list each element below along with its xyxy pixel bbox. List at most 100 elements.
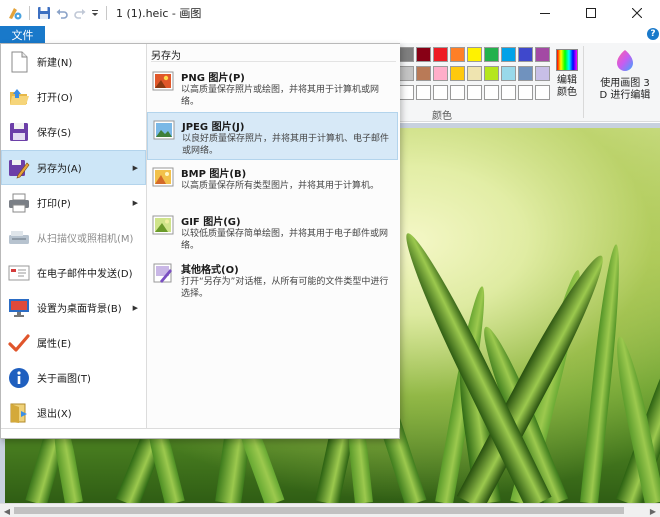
close-button[interactable] <box>614 0 660 26</box>
color-swatch[interactable] <box>450 85 465 100</box>
submenu-arrow-icon: ▶ <box>132 163 138 172</box>
desktop-background-icon <box>7 296 31 320</box>
save-as-item-description: 以高质量保存照片或绘图，并将其用于计算机或网络。 <box>181 85 380 107</box>
color-swatch[interactable] <box>399 85 414 100</box>
menu-item-print[interactable]: 打印(P) ▶ <box>1 185 146 220</box>
paint-app-icon[interactable] <box>6 4 24 22</box>
color-swatch[interactable] <box>484 85 499 100</box>
color-swatch[interactable] <box>433 85 448 100</box>
properties-checkmark-icon <box>7 331 31 355</box>
window-controls <box>522 0 660 26</box>
menu-item-label: 设置为桌面背景(B) <box>37 304 122 315</box>
color-swatch[interactable] <box>518 47 533 62</box>
save-as-gif-item[interactable]: GIF 图片(G) 以较低质量保存简单绘图，并将其用于电子邮件或网络。 <box>147 208 398 256</box>
color-swatch[interactable] <box>416 47 431 62</box>
color-swatch[interactable] <box>518 66 533 81</box>
undo-icon[interactable] <box>53 4 71 22</box>
menu-item-label: 关于画图(T) <box>37 374 91 385</box>
save-as-icon <box>7 156 31 180</box>
color-swatch[interactable] <box>433 47 448 62</box>
close-icon <box>632 8 642 18</box>
menu-item-open[interactable]: 打开(O) <box>1 79 146 114</box>
new-document-icon <box>7 50 31 74</box>
menu-item-label: 在电子邮件中发送(D) <box>37 269 133 280</box>
paint3d-icon <box>617 50 633 71</box>
menu-item-exit[interactable]: 退出(X) <box>1 395 146 430</box>
color-swatch[interactable] <box>433 66 448 81</box>
color-swatch[interactable] <box>399 47 414 62</box>
open-folder-icon <box>7 85 31 109</box>
menu-strip <box>0 26 660 43</box>
color-swatch[interactable] <box>467 66 482 81</box>
menu-item-new[interactable]: 新建(N) <box>1 44 146 79</box>
color-swatch[interactable] <box>450 47 465 62</box>
menu-item-email[interactable]: 在电子邮件中发送(D) <box>1 255 146 290</box>
bmp-image-icon <box>152 167 174 187</box>
save-as-bmp-item[interactable]: BMP 图片(B) 以高质量保存所有类型图片，并将其用于计算机。 <box>147 160 398 208</box>
color-swatch[interactable] <box>535 47 550 62</box>
color-swatch[interactable] <box>501 66 516 81</box>
horizontal-scrollbar[interactable]: ◀ ▶ <box>0 503 660 517</box>
printer-icon <box>7 191 31 215</box>
menu-item-label: 另存为(A) <box>37 164 82 175</box>
color-swatch[interactable] <box>450 66 465 81</box>
file-tab[interactable]: 文件 <box>0 26 45 43</box>
edit-colors-label-line2: 颜色 <box>557 87 577 98</box>
menu-item-save[interactable]: 保存(S) <box>1 114 146 149</box>
window-title: 1 (1).heic - 画图 <box>116 7 202 20</box>
info-icon <box>7 366 31 390</box>
maximize-icon <box>586 8 596 18</box>
toolbar-separator <box>29 6 30 20</box>
minimize-icon <box>540 13 550 14</box>
title-bar: 1 (1).heic - 画图 <box>0 0 660 26</box>
quick-access-toolbar <box>0 0 112 26</box>
color-swatch[interactable] <box>416 85 431 100</box>
menu-item-save-as[interactable]: 另存为(A) ▶ <box>1 150 146 185</box>
color-swatch[interactable] <box>416 66 431 81</box>
menu-item-label: 退出(X) <box>37 409 72 420</box>
colors-group-label: 颜色 <box>432 111 452 122</box>
edit-colors-button[interactable]: 编辑 颜色 <box>552 46 582 104</box>
minimize-button[interactable] <box>522 0 568 26</box>
scrollbar-thumb[interactable] <box>14 507 624 514</box>
color-swatch[interactable] <box>535 85 550 100</box>
save-as-item-description: 以良好质量保存照片，并将其用于计算机、电子邮件或网络。 <box>182 134 390 156</box>
menu-item-label: 从扫描仪或照相机(M) <box>37 234 134 245</box>
menu-item-label: 属性(E) <box>37 339 72 350</box>
color-swatch[interactable] <box>535 66 550 81</box>
menu-item-from-scanner[interactable]: 从扫描仪或照相机(M) <box>1 220 146 255</box>
menu-item-set-desktop-background[interactable]: 设置为桌面背景(B) ▶ <box>1 290 146 325</box>
color-swatch[interactable] <box>467 85 482 100</box>
save-as-item-title: JPEG 图片(J) <box>182 122 245 133</box>
color-swatch[interactable] <box>501 85 516 100</box>
toolbar-separator <box>106 6 107 20</box>
png-image-icon <box>152 71 174 91</box>
color-swatch[interactable] <box>484 66 499 81</box>
help-icon[interactable]: ? <box>647 28 659 40</box>
menu-item-properties[interactable]: 属性(E) <box>1 325 146 360</box>
save-as-item-description: 以较低质量保存简单绘图，并将其用于电子邮件或网络。 <box>181 229 389 251</box>
scroll-right-icon[interactable]: ▶ <box>647 505 659 517</box>
edit-with-paint3d-button[interactable]: 使用画图 3 D 进行编辑 <box>590 46 660 104</box>
save-as-jpeg-item[interactable]: JPEG 图片(J) 以良好质量保存照片，并将其用于计算机、电子邮件或网络。 <box>147 112 398 160</box>
save-as-other-formats-item[interactable]: 其他格式(O) 打开“另存为”对话框，从所有可能的文件类型中进行选择。 <box>147 256 398 304</box>
menu-item-label: 打印(P) <box>37 199 71 210</box>
save-icon[interactable] <box>35 4 53 22</box>
maximize-button[interactable] <box>568 0 614 26</box>
menu-item-about-paint[interactable]: 关于画图(T) <box>1 360 146 395</box>
color-swatch[interactable] <box>399 66 414 81</box>
save-as-item-description: 打开“另存为”对话框，从所有可能的文件类型中进行选择。 <box>181 277 389 299</box>
color-swatch[interactable] <box>518 85 533 100</box>
save-as-item-description: 以高质量保存所有类型图片，并将其用于计算机。 <box>181 181 380 191</box>
menu-item-label: 打开(O) <box>37 93 73 104</box>
customize-dropdown-icon[interactable] <box>89 4 101 22</box>
redo-icon[interactable] <box>71 4 89 22</box>
color-swatch[interactable] <box>484 47 499 62</box>
color-swatch[interactable] <box>501 47 516 62</box>
save-as-png-item[interactable]: PNG 图片(P) 以高质量保存照片或绘图，并将其用于计算机或网络。 <box>147 64 398 112</box>
submenu-heading-divider <box>151 61 396 62</box>
paint3d-label-line2: D 进行编辑 <box>599 90 651 101</box>
color-swatch[interactable] <box>467 47 482 62</box>
gif-image-icon <box>152 215 174 235</box>
scroll-left-icon[interactable]: ◀ <box>1 505 13 517</box>
